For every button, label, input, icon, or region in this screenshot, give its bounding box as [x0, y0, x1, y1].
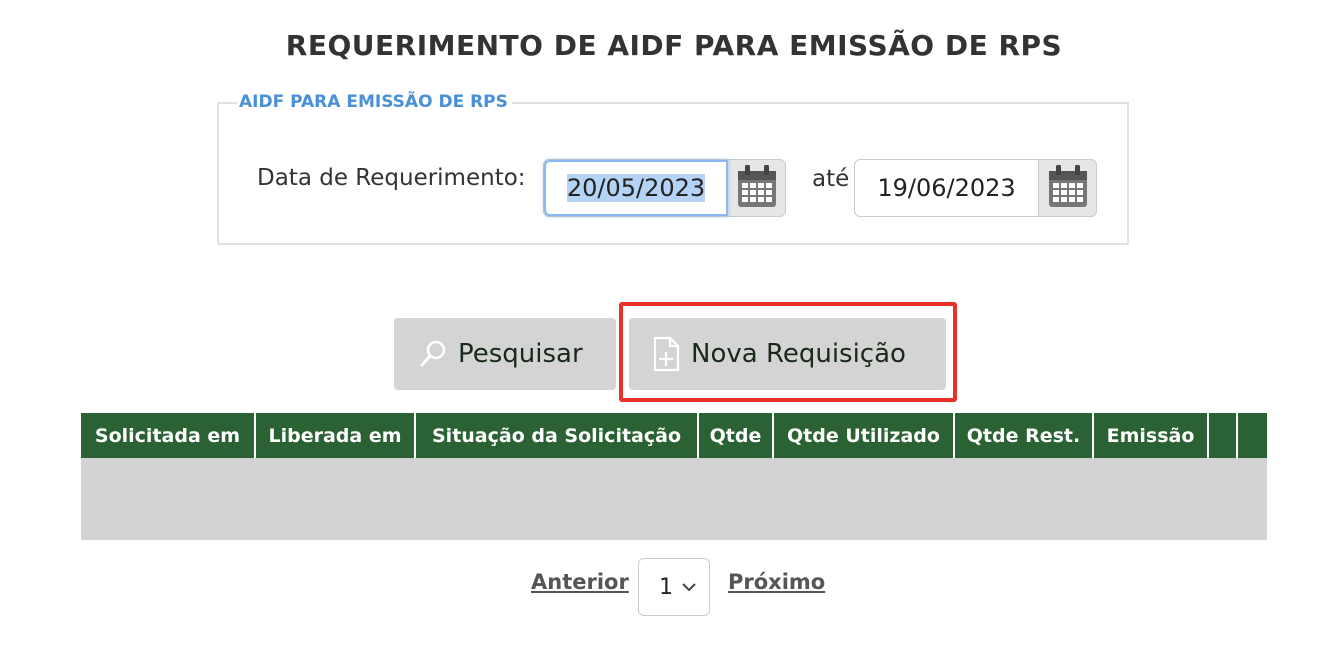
- column-header[interactable]: Emissão: [1094, 412, 1209, 458]
- new-document-icon: [647, 336, 687, 372]
- previous-page-link[interactable]: Anterior: [531, 570, 629, 594]
- end-date-group: 19/06/2023: [854, 159, 1097, 217]
- column-header[interactable]: Qtde Utilizado: [774, 412, 955, 458]
- pagination: Anterior 1 Próximo: [0, 558, 1338, 618]
- start-calendar-button[interactable]: [728, 160, 785, 216]
- calendar-icon: [736, 163, 778, 213]
- next-page-link[interactable]: Próximo: [728, 570, 825, 594]
- start-date-group: 20/05/2023: [543, 159, 786, 217]
- fieldset-legend: AIDF PARA EMISSÃO DE RPS: [237, 92, 512, 112]
- table-body: [81, 458, 1267, 540]
- page-select[interactable]: 1: [638, 558, 710, 616]
- end-calendar-button[interactable]: [1039, 160, 1096, 216]
- chevron-down-icon: [681, 581, 697, 593]
- table-header: Solicitada em Liberada em Situação da So…: [81, 412, 1267, 458]
- column-header[interactable]: Qtde Rest.: [955, 412, 1094, 458]
- end-date-input[interactable]: 19/06/2023: [855, 160, 1039, 216]
- magnifier-icon: [412, 339, 454, 369]
- new-request-button-label: Nova Requisição: [691, 339, 906, 369]
- start-date-input[interactable]: 20/05/2023: [544, 160, 728, 216]
- search-button-label: Pesquisar: [458, 339, 583, 369]
- search-button[interactable]: Pesquisar: [394, 318, 616, 390]
- page-select-value: 1: [659, 574, 673, 600]
- column-header[interactable]: Liberada em: [256, 412, 416, 458]
- requests-table: Solicitada em Liberada em Situação da So…: [81, 412, 1267, 540]
- new-request-button[interactable]: Nova Requisição: [629, 318, 946, 390]
- column-header: [1209, 412, 1238, 458]
- calendar-icon: [1047, 163, 1089, 213]
- start-date-value: 20/05/2023: [566, 174, 706, 202]
- column-header[interactable]: Situação da Solicitação: [416, 412, 699, 458]
- column-header[interactable]: Qtde: [699, 412, 774, 458]
- page-title: REQUERIMENTO DE AIDF PARA EMISSÃO DE RPS: [285, 29, 1063, 62]
- column-header[interactable]: Solicitada em: [81, 412, 256, 458]
- date-separator-label: até: [812, 166, 850, 192]
- date-label: Data de Requerimento:: [257, 165, 526, 191]
- end-date-value: 19/06/2023: [877, 174, 1016, 202]
- column-header: [1238, 412, 1267, 458]
